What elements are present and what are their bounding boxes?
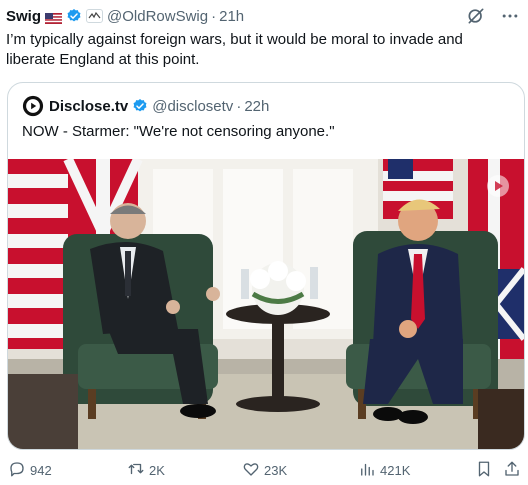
us-flag-left	[8, 159, 68, 349]
repost-count: 2K	[149, 463, 165, 478]
meeting-photo	[8, 159, 524, 449]
grok-icon[interactable]	[466, 6, 486, 26]
quoted-post-media[interactable]	[8, 159, 524, 449]
verified-icon[interactable]	[66, 8, 82, 24]
views-icon	[358, 460, 380, 481]
repost-button[interactable]: 2K	[127, 460, 165, 481]
reply-button[interactable]: 942	[8, 460, 52, 481]
like-count: 23K	[264, 463, 288, 478]
separator-dot: ·	[236, 97, 242, 115]
author-name[interactable]: Swig	[6, 8, 41, 25]
like-button[interactable]: 23K	[242, 460, 287, 481]
quoted-post-text: NOW - Starmer: "We're not censoring anyo…	[22, 123, 335, 140]
author-handle[interactable]: @OldRowSwig	[107, 8, 208, 25]
bookmark-icon	[475, 460, 497, 481]
reply-count: 942	[30, 463, 52, 478]
action-bar: 942 2K 23K 421K	[0, 458, 528, 482]
post-text: I’m typically against foreign wars, but …	[6, 31, 463, 68]
share-icon	[503, 460, 525, 481]
views-button[interactable]: 421K	[358, 460, 410, 481]
more-icon[interactable]	[500, 6, 520, 26]
verified-icon	[132, 98, 148, 114]
repost-icon	[127, 460, 149, 481]
quoted-author-name: Disclose.tv	[49, 97, 129, 115]
like-icon	[242, 460, 264, 481]
quoted-post[interactable]: Disclose.tv @disclosetv · 22h NOW - Star…	[7, 82, 525, 450]
quoted-author-handle: @disclosetv	[152, 97, 234, 115]
reply-icon	[8, 460, 30, 481]
org-badge-icon[interactable]	[86, 9, 104, 23]
bookmark-button[interactable]	[475, 460, 497, 481]
quoted-post-header: Disclose.tv @disclosetv · 22h	[22, 95, 269, 117]
post-header: Swig @OldRowSwig · 21h	[6, 5, 520, 27]
quoted-post-time: 22h	[244, 97, 270, 115]
watermark-icon	[487, 175, 509, 197]
disclose-logo-icon	[22, 95, 44, 117]
us-flag-icon	[45, 11, 63, 24]
post-time[interactable]: 21h	[219, 8, 244, 25]
separator-dot: ·	[211, 7, 217, 25]
share-button[interactable]	[503, 460, 525, 481]
views-count: 421K	[380, 463, 411, 478]
